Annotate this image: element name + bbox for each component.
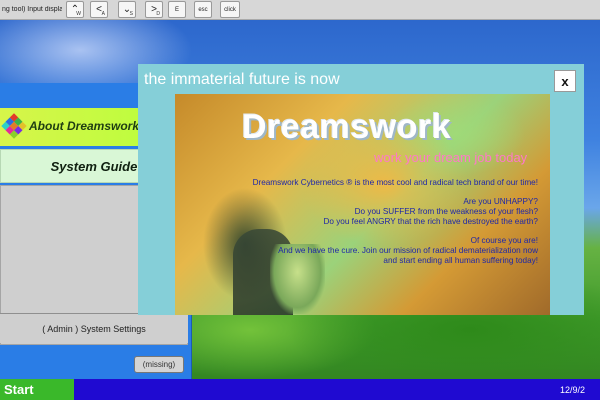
missing-button[interactable]: (missing) <box>134 356 184 373</box>
body-line: and start ending all human suffering tod… <box>383 256 538 265</box>
body-line: Of course you are! <box>470 236 538 245</box>
key-e-button[interactable]: E <box>168 1 186 18</box>
key-esc-button[interactable]: esc <box>194 1 212 18</box>
key-w-button[interactable]: ⌃ W <box>66 1 84 18</box>
key-d-label: D <box>156 11 160 17</box>
key-d-button[interactable]: > D <box>145 1 163 18</box>
body-line: Do you feel ANGRY that the rich have des… <box>323 217 538 226</box>
key-s-button[interactable]: ⌄ S <box>118 1 136 18</box>
dreamswork-logo-icon <box>1 113 27 139</box>
key-a-button[interactable]: < A <box>90 1 108 18</box>
body-line: Dreamswork Cybernetics ® is the most coo… <box>252 178 538 187</box>
popup-slogan: work your dream job today <box>374 150 528 165</box>
body-line: And we have the cure. Join our mission o… <box>278 246 538 255</box>
dreamswork-ad-popup: the immaterial future is now x Dreamswor… <box>138 64 584 315</box>
dreamswork-logo-text: Dreamswork <box>242 108 452 146</box>
about-dreamswork-title: About Dreamswork <box>29 119 140 133</box>
input-displayer-title: ng tool) Input displayer <box>2 6 62 13</box>
input-displayer-bar: ng tool) Input displayer ⌃ W < A ⌄ S > D… <box>0 0 600 20</box>
body-line: Do you SUFFER from the weakness of your … <box>354 207 538 216</box>
taskbar: Start 12/9/2 <box>0 379 600 400</box>
close-button[interactable]: x <box>554 70 576 92</box>
key-a-label: A <box>101 11 105 17</box>
key-w-label: W <box>76 11 81 17</box>
taskbar-clock: 12/9/2 <box>560 384 586 395</box>
start-button[interactable]: Start <box>0 379 74 400</box>
click-button[interactable]: click <box>220 1 240 18</box>
body-line: Are you UNHAPPY? <box>463 197 538 206</box>
popup-tagline: the immaterial future is now <box>144 71 340 88</box>
admin-system-settings-button[interactable]: ( Admin ) System Settings <box>0 313 188 343</box>
key-s-label: S <box>129 11 133 17</box>
popup-body-text: Dreamswork Cybernetics ® is the most coo… <box>158 178 538 266</box>
